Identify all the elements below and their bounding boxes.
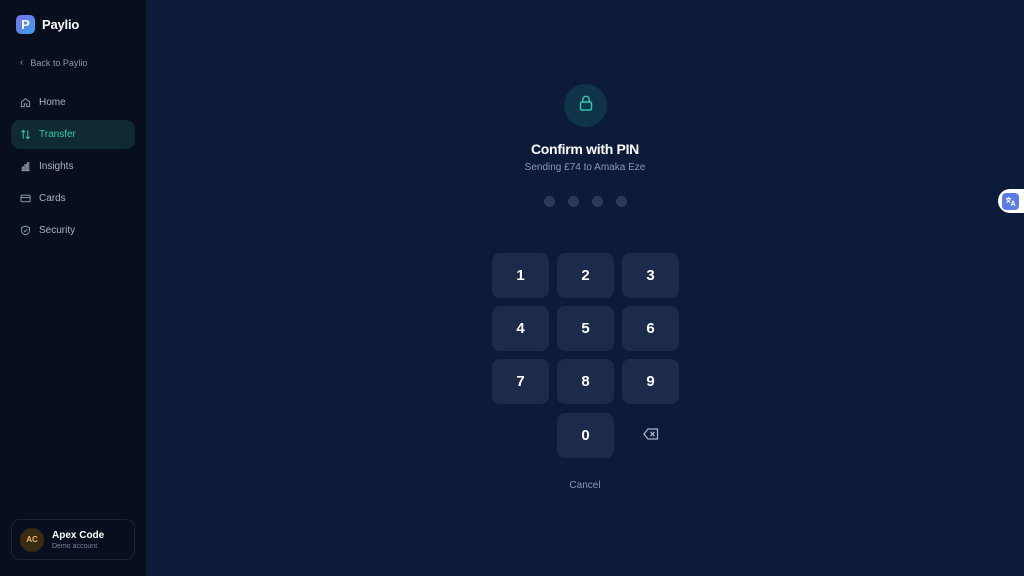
sidebar-item-label: Cards <box>39 193 66 204</box>
sidebar-item-label: Transfer <box>39 129 76 140</box>
pin-dot <box>568 196 579 207</box>
keypad-key-8[interactable]: 8 <box>557 359 614 404</box>
pin-subtitle: Sending £74 to Amaka Eze <box>524 162 646 173</box>
pin-dot <box>544 196 555 207</box>
lock-icon <box>577 94 595 117</box>
back-to-paylio-link[interactable]: ‹ Back to Paylio <box>20 57 87 68</box>
sidebar-item-insights[interactable]: Insights <box>11 152 135 181</box>
home-icon <box>19 97 31 109</box>
sidebar-item-label: Insights <box>39 161 74 172</box>
sidebar-item-home[interactable]: Home <box>11 88 135 117</box>
keypad-key-7[interactable]: 7 <box>492 359 549 404</box>
pin-dot <box>616 196 627 207</box>
pin-dot <box>592 196 603 207</box>
keypad-key-9[interactable]: 9 <box>622 359 679 404</box>
brand-name: Paylio <box>42 17 80 32</box>
sidebar-item-transfer[interactable]: Transfer <box>11 120 135 149</box>
back-link-label: Back to Paylio <box>30 57 88 68</box>
lock-badge <box>564 84 607 127</box>
chevron-left-icon: ‹ <box>20 57 24 68</box>
sidebar-item-security[interactable]: Security <box>11 216 135 245</box>
keypad-key-2[interactable]: 2 <box>557 253 614 298</box>
paylio-logo-icon: P <box>16 15 35 34</box>
transfer-icon <box>19 129 31 141</box>
cancel-button[interactable]: Cancel <box>545 480 625 491</box>
translate-widget[interactable] <box>998 189 1024 213</box>
pin-title: Confirm with PIN <box>531 141 639 157</box>
sidebar: P Paylio ‹ Back to Paylio Home Transfer … <box>0 0 146 576</box>
sidebar-item-cards[interactable]: Cards <box>11 184 135 213</box>
user-subtitle: Demo account <box>52 542 98 550</box>
backspace-icon <box>642 427 659 445</box>
keypad-key-0[interactable]: 0 <box>557 413 614 458</box>
user-account-card[interactable]: AC Apex Code Demo account <box>11 519 135 560</box>
keypad-key-3[interactable]: 3 <box>622 253 679 298</box>
user-name: Apex Code <box>52 529 105 541</box>
avatar: AC <box>20 527 44 552</box>
keypad-key-1[interactable]: 1 <box>492 253 549 298</box>
sidebar-item-label: Security <box>39 225 76 236</box>
bar-chart-icon <box>19 161 31 173</box>
backspace-button[interactable] <box>622 413 679 458</box>
keypad-key-5[interactable]: 5 <box>557 306 614 351</box>
sidebar-item-label: Home <box>39 97 66 108</box>
keypad-key-4[interactable]: 4 <box>492 306 549 351</box>
shield-icon <box>19 225 31 237</box>
brand[interactable]: P Paylio <box>16 15 79 34</box>
card-icon <box>19 193 31 205</box>
keypad-key-6[interactable]: 6 <box>622 306 679 351</box>
translate-icon <box>1002 192 1019 210</box>
